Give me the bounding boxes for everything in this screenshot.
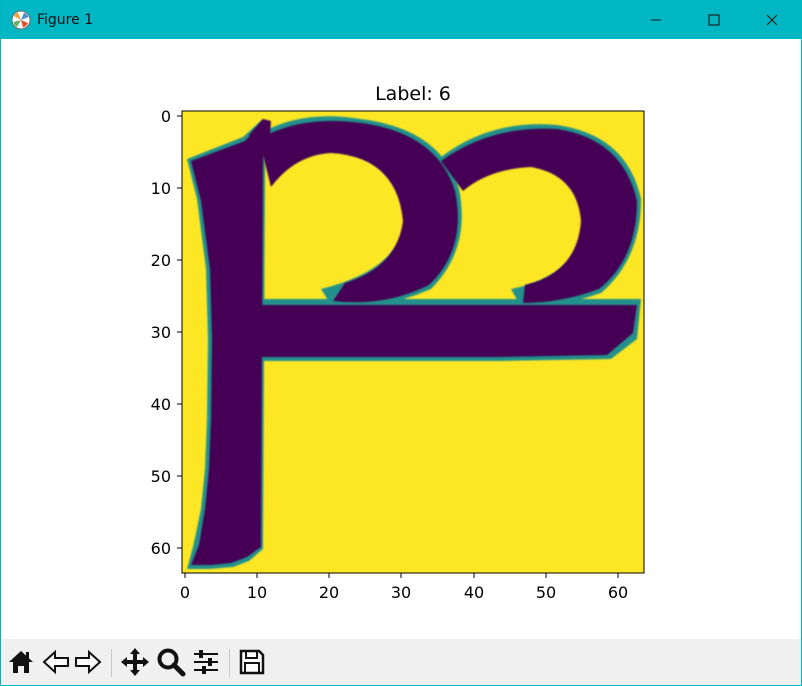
close-icon [766, 14, 778, 26]
x-tick-label-60: 60 [608, 583, 628, 602]
maximize-icon [708, 14, 720, 26]
home-icon [9, 651, 33, 673]
minimize-icon [651, 19, 661, 21]
figure-canvas[interactable]: Label: 6 0 10 20 30 40 50 60 0 10 20 30 … [1, 39, 801, 639]
minimize-button[interactable] [627, 1, 685, 39]
home-button[interactable] [6, 647, 36, 677]
y-tick-label-0: 0 [161, 107, 171, 126]
x-tick-label-30: 30 [391, 583, 411, 602]
matplotlib-logo-icon [11, 10, 31, 30]
title-bar[interactable]: Figure 1 [1, 1, 801, 39]
plot-svg: Label: 6 0 10 20 30 40 50 60 0 10 20 30 … [151, 83, 645, 602]
x-axis: 0 10 20 30 40 50 60 [180, 573, 628, 602]
y-tick-label-20: 20 [151, 251, 171, 270]
pan-button[interactable] [120, 647, 150, 677]
toolbar-separator [111, 649, 112, 677]
x-tick-label-40: 40 [464, 583, 484, 602]
y-tick-label-60: 60 [151, 539, 171, 558]
y-tick-label-50: 50 [151, 467, 171, 486]
image-plot [182, 111, 644, 573]
window-title: Figure 1 [37, 12, 94, 28]
forward-icon [75, 649, 102, 675]
y-axis: 0 10 20 30 40 50 60 [151, 107, 182, 558]
x-tick-label-20: 20 [319, 583, 339, 602]
glyph-crossbar [219, 305, 637, 357]
x-tick-label-0: 0 [180, 583, 190, 602]
navigation-toolbar [1, 639, 801, 685]
configure-icon [194, 650, 218, 674]
save-icon [239, 649, 265, 675]
zoom-icon [157, 648, 186, 677]
back-icon [42, 649, 69, 675]
configure-subplots-button[interactable] [191, 647, 221, 677]
zoom-button[interactable] [156, 647, 186, 677]
pan-icon [121, 648, 149, 676]
close-button[interactable] [743, 1, 801, 39]
y-tick-label-40: 40 [151, 395, 171, 414]
back-button[interactable] [41, 647, 71, 677]
axes-title: Label: 6 [375, 83, 451, 105]
y-tick-label-10: 10 [151, 179, 171, 198]
x-tick-label-50: 50 [536, 583, 556, 602]
forward-button[interactable] [73, 647, 103, 677]
toolbar-separator [229, 649, 230, 677]
figure-window: Figure 1 Label: 6 0 10 20 30 40 50 60 0 … [0, 0, 802, 686]
maximize-button[interactable] [685, 1, 743, 39]
x-tick-label-10: 10 [247, 583, 267, 602]
save-button[interactable] [237, 647, 267, 677]
y-tick-label-30: 30 [151, 323, 171, 342]
